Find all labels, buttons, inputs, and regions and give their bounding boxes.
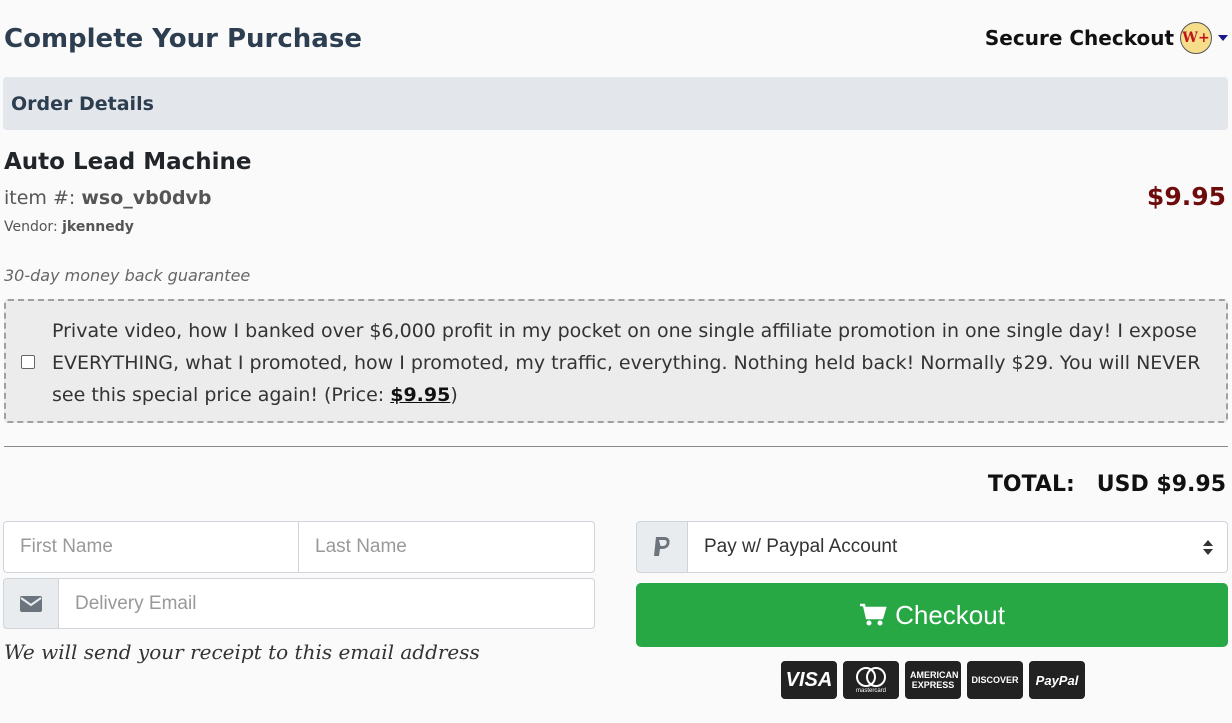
envelope-icon <box>3 578 59 629</box>
receipt-note: We will send your receipt to this email … <box>4 640 480 664</box>
order-total: TOTAL: USD $9.95 <box>988 472 1226 497</box>
product-price: $9.95 <box>1146 182 1226 211</box>
paypal-label: PayPal <box>1035 672 1079 688</box>
amex-label: AMERICAN EXPRESS <box>910 670 959 690</box>
select-arrows-icon <box>1203 539 1213 555</box>
order-bump-box: Private video, how I banked over $6,000 … <box>4 299 1228 423</box>
order-details-header: Order Details <box>3 77 1228 130</box>
paypal-icon <box>636 521 688 573</box>
mastercard-icon: mastercard <box>843 661 899 699</box>
order-bump-text: Private video, how I banked over $6,000 … <box>52 315 1212 411</box>
delivery-email-input[interactable]: Delivery Email <box>59 578 595 629</box>
visa-label: VISA <box>785 668 833 691</box>
product-name: Auto Lead Machine <box>4 149 252 175</box>
payment-method-group: Pay w/ Paypal Account <box>636 521 1228 573</box>
email-field-group: Delivery Email <box>3 578 595 629</box>
paypal-card-icon: PayPal <box>1029 661 1085 699</box>
accepted-cards: VISA mastercard AMERICAN EXPRESS DISCOVE… <box>781 661 1085 699</box>
discover-icon: DISCOVER <box>967 661 1023 699</box>
secure-checkout-menu[interactable]: Secure Checkout W+ <box>985 22 1228 54</box>
first-name-input[interactable]: First Name <box>3 521 299 573</box>
divider <box>4 446 1228 447</box>
caret-down-icon[interactable] <box>1218 35 1228 41</box>
total-value: USD $9.95 <box>1096 472 1226 497</box>
vendor: Vendor: jkennedy <box>4 219 134 235</box>
secure-checkout-label: Secure Checkout <box>984 26 1174 50</box>
warrior-plus-logo-icon: W+ <box>1180 22 1212 54</box>
vendor-name: jkennedy <box>62 219 134 235</box>
total-label: TOTAL: <box>987 472 1075 497</box>
vendor-label: Vendor: <box>4 219 63 235</box>
mastercard-label: mastercard <box>855 687 886 694</box>
item-number-label: item #: <box>4 187 82 209</box>
payment-method-value: Pay w/ Paypal Account <box>704 536 898 557</box>
checkout-label: Checkout <box>895 599 1005 630</box>
order-bump-description: Private video, how I banked over $6,000 … <box>52 320 1201 406</box>
order-bump-checkbox[interactable] <box>21 355 35 369</box>
checkout-button[interactable]: Checkout <box>636 583 1228 647</box>
order-bump-suffix: ) <box>450 384 458 406</box>
last-name-input[interactable]: Last Name <box>299 521 595 573</box>
guarantee-note: 30-day money back guarantee <box>4 266 251 285</box>
page-title: Complete Your Purchase <box>4 24 362 54</box>
payment-method-select[interactable]: Pay w/ Paypal Account <box>688 521 1228 573</box>
item-number: item #: wso_vb0dvb <box>4 187 212 209</box>
shopping-cart-icon <box>860 603 887 626</box>
amex-icon: AMERICAN EXPRESS <box>905 661 961 699</box>
item-number-value: wso_vb0dvb <box>81 187 212 209</box>
order-bump-price: $9.95 <box>390 384 451 406</box>
discover-label: DISCOVER <box>971 675 1019 685</box>
visa-icon: VISA <box>781 661 837 699</box>
